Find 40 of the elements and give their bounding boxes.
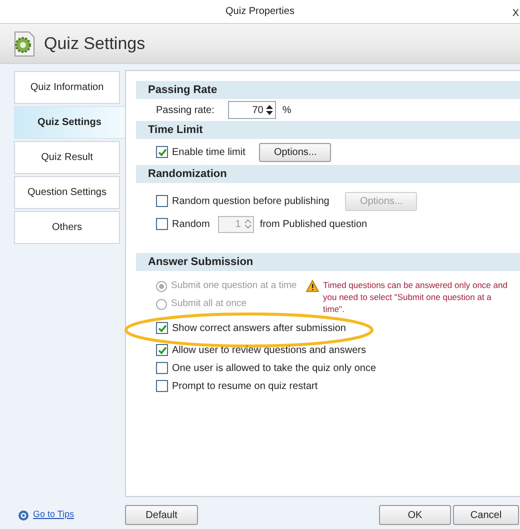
settings-icon: [12, 30, 36, 56]
warning-icon: [306, 280, 319, 292]
sidebar-tab[interactable]: Quiz Information: [14, 71, 120, 104]
checkbox[interactable]: [156, 146, 168, 158]
checkbox[interactable]: [156, 380, 168, 392]
page-title: Quiz Settings: [44, 32, 146, 55]
ok-button[interactable]: OK: [379, 505, 451, 525]
checkbox-label: Prompt to resume on quiz restart: [172, 380, 318, 394]
field-label: Passing rate:: [156, 104, 214, 118]
warning-message: Timed questions can be answered only once and you need to select "Submit one question at a time".: [323, 279, 508, 315]
section-header: Passing Rate: [136, 81, 520, 99]
sidebar-tab[interactable]: Quiz Result: [14, 141, 120, 174]
cancel-button[interactable]: Cancel: [453, 505, 519, 525]
section-header: Randomization: [136, 165, 520, 183]
unit-label: %: [282, 104, 292, 118]
checkbox-label: from Published question: [260, 218, 368, 232]
checkbox[interactable]: [156, 218, 168, 230]
checkbox-label: One user is allowed to take the quiz only once: [172, 362, 376, 376]
checkbox-label: Allow user to review questions and answers: [172, 344, 366, 358]
passing-rate-spinner[interactable]: 70: [228, 101, 276, 119]
options-button[interactable]: Options...: [259, 142, 332, 162]
checkbox[interactable]: [156, 195, 168, 207]
sidebar-tab[interactable]: Others: [14, 211, 120, 244]
checkbox[interactable]: [156, 322, 168, 334]
checkbox[interactable]: [156, 344, 168, 356]
checkbox[interactable]: [156, 362, 168, 374]
checkbox-label: Enable time limit: [172, 146, 246, 160]
default-button[interactable]: Default: [125, 505, 198, 525]
radio-label: Submit one question at a time: [171, 278, 297, 293]
checkbox-label: Random: [172, 218, 210, 232]
close-button[interactable]: X: [512, 6, 519, 21]
section-header: Time Limit: [136, 121, 520, 139]
checkbox-label: Random question before publishing: [172, 194, 330, 208]
checkbox-label: Show correct answers after submission: [172, 322, 346, 336]
sidebar-tab[interactable]: Quiz Settings: [14, 106, 125, 139]
sidebar-tab[interactable]: Question Settings: [14, 176, 120, 209]
section-header: Answer Submission: [136, 253, 520, 271]
radio-label: Submit all at once: [171, 296, 247, 311]
window-title: Quiz Properties: [226, 5, 294, 19]
tips-link[interactable]: Go to Tips: [33, 508, 74, 522]
